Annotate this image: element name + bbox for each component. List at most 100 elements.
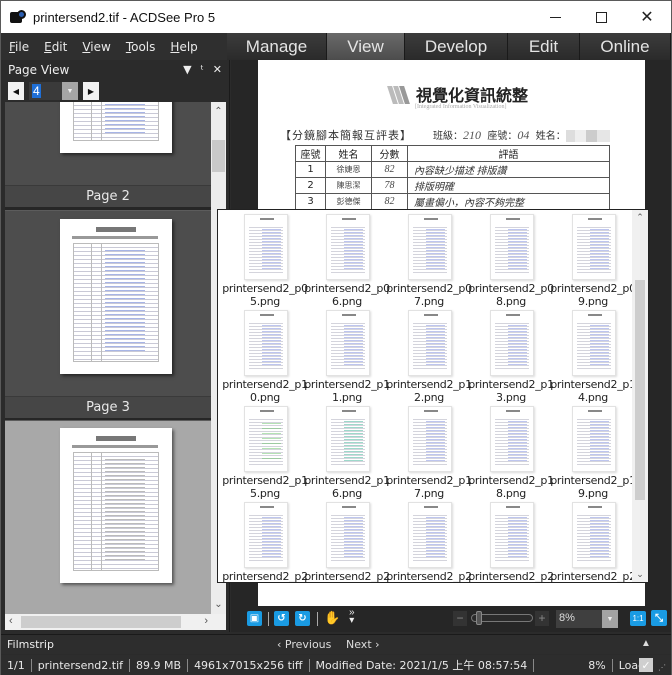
- seat-value: 04: [517, 128, 530, 142]
- maximize-button[interactable]: [578, 1, 624, 33]
- tab-manage[interactable]: Manage: [227, 33, 327, 60]
- file-thumbnail-item[interactable]: printersend2_p2: [304, 500, 390, 582]
- menu-file[interactable]: File: [9, 40, 29, 54]
- zoom-level-value[interactable]: 8%: [559, 612, 575, 624]
- minimize-button[interactable]: [532, 1, 578, 33]
- scroll-right-icon[interactable]: ›: [204, 615, 208, 627]
- menu-view[interactable]: View: [82, 40, 110, 54]
- file-thumbnail-item[interactable]: printersend2_p1 3.png: [468, 308, 554, 404]
- file-thumbnail-item[interactable]: printersend2_p1 0.png: [222, 308, 308, 404]
- tab-view[interactable]: View: [327, 33, 405, 60]
- menu-tools[interactable]: Tools: [126, 40, 156, 54]
- page-number-value[interactable]: 4: [32, 84, 41, 98]
- zoom-slider[interactable]: [471, 611, 533, 625]
- file-thumbnail-item[interactable]: printersend2_p1 7.png: [386, 404, 472, 500]
- scroll-up-icon[interactable]: ⌃: [211, 106, 226, 117]
- fit-to-window-icon[interactable]: ⤡: [651, 610, 667, 626]
- rotate-right-icon[interactable]: ↻: [295, 611, 310, 626]
- dropdown-arrow-icon[interactable]: ▼: [183, 63, 191, 76]
- file-thumbnail-item[interactable]: printersend2_p2: [386, 500, 472, 582]
- file-thumbnail-image: [244, 406, 288, 472]
- cell: 徐婕恩: [325, 161, 372, 178]
- tab-online[interactable]: Online: [580, 33, 671, 60]
- status-bar: 1/1 printersend2.tif 89.9 MB 4961x7015x2…: [1, 655, 671, 675]
- page-card-selected[interactable]: [5, 420, 211, 614]
- tab-develop[interactable]: Develop: [405, 33, 508, 60]
- table-row: 1 徐婕恩 82 內容缺少描述 排版讚: [295, 161, 610, 178]
- file-grid-scrollbar[interactable]: ⌃ ⌄: [632, 210, 648, 582]
- expand-up-icon[interactable]: ▲: [641, 638, 651, 649]
- scroll-down-icon[interactable]: ⌄: [211, 599, 226, 610]
- panel-title: Page View: [8, 63, 70, 77]
- close-button[interactable]: ✕: [624, 1, 670, 33]
- column-header: 姓名: [325, 145, 372, 162]
- file-thumbnail-item[interactable]: printersend2_p0 5.png: [222, 212, 308, 308]
- menu-edit[interactable]: Edit: [44, 40, 67, 54]
- pin-icon[interactable]: ᵗ: [201, 63, 204, 76]
- chevron-down-icon[interactable]: ▼: [602, 610, 618, 628]
- file-name-line: printersend2_p1: [222, 378, 308, 391]
- file-name-line: printersend2_p1: [222, 474, 308, 487]
- menu-rest: elp: [179, 39, 198, 54]
- zoom-out-button[interactable]: −: [453, 611, 467, 626]
- zoom-in-button[interactable]: +: [535, 611, 549, 626]
- file-thumbnail-image: [490, 310, 534, 376]
- file-thumbnail-item[interactable]: printersend2_p1 8.png: [468, 404, 554, 500]
- scrollbar-thumb[interactable]: [635, 280, 645, 500]
- file-thumbnail-image: [244, 502, 288, 568]
- file-thumbnail-item[interactable]: printersend2_p1 6.png: [304, 404, 390, 500]
- file-thumbnail-item[interactable]: printersend2_p0 9.png: [550, 212, 636, 308]
- image-library-icon[interactable]: ▣: [247, 611, 262, 626]
- page-number-combo[interactable]: 4 ▼: [29, 82, 78, 100]
- file-thumbnail-item[interactable]: printersend2_p1 9.png: [550, 404, 636, 500]
- file-name-line: 8.png: [496, 487, 526, 500]
- file-thumbnail-item[interactable]: printersend2_p0 7.png: [386, 212, 472, 308]
- scrollbar-thumb[interactable]: [212, 140, 225, 172]
- rotate-left-icon[interactable]: ↺: [274, 611, 289, 626]
- file-thumbnail-item[interactable]: printersend2_p1 5.png: [222, 404, 308, 500]
- filmstrip-bar: Filmstrip ‹ Previous Next › ▲: [1, 634, 671, 654]
- file-name-line: printersend2_p1: [386, 474, 472, 487]
- close-icon: ✕: [640, 9, 654, 26]
- hand-pan-icon[interactable]: ✋: [324, 610, 340, 626]
- previous-page-button[interactable]: ◀: [8, 82, 24, 100]
- file-name: printersend2_p0 9.png: [550, 282, 636, 308]
- chevron-down-icon[interactable]: ▼: [62, 82, 78, 100]
- file-thumbnail-item[interactable]: printersend2_p1 1.png: [304, 308, 390, 404]
- file-thumbnail-image: [244, 214, 288, 280]
- previous-button[interactable]: ‹ Previous: [277, 638, 331, 651]
- scroll-up-icon[interactable]: ⌃: [632, 212, 648, 223]
- scrollbar-thumb[interactable]: [21, 616, 181, 628]
- title-bar: printersend2.tif - ACDSee Pro 5 ✕: [1, 1, 671, 33]
- file-thumbnail-item[interactable]: printersend2_p2: [550, 500, 636, 582]
- file-thumbnail-image: [572, 214, 616, 280]
- resize-grip-icon[interactable]: ⋰: [658, 663, 666, 672]
- zoom-level-combo[interactable]: 8% ▼: [556, 610, 618, 628]
- file-thumbnail-item[interactable]: printersend2_p0 8.png: [468, 212, 554, 308]
- page-card[interactable]: [5, 102, 211, 190]
- zoom-slider-handle[interactable]: [476, 611, 482, 625]
- page-thumbnail-list: Page 2 Page 3: [5, 102, 211, 614]
- actual-size-button[interactable]: 1:1: [630, 611, 646, 626]
- file-thumbnail-item[interactable]: printersend2_p2: [222, 500, 308, 582]
- file-thumbnail-item[interactable]: printersend2_p1 4.png: [550, 308, 636, 404]
- file-thumbnail-item[interactable]: printersend2_p1 2.png: [386, 308, 472, 404]
- more-tools-icon[interactable]: » ▾: [349, 608, 355, 626]
- triangle-left-icon: ◀: [12, 86, 20, 96]
- checkmark-icon[interactable]: ✓: [639, 658, 653, 672]
- tab-edit[interactable]: Edit: [508, 33, 580, 60]
- menu-help[interactable]: Help: [170, 40, 197, 54]
- file-thumbnail-item[interactable]: printersend2_p2: [468, 500, 554, 582]
- page-card[interactable]: [5, 210, 211, 398]
- next-button[interactable]: Next ›: [346, 638, 380, 651]
- file-thumbnail-item[interactable]: printersend2_p0 6.png: [304, 212, 390, 308]
- logo-title: 視覺化資訊統整: [416, 86, 529, 105]
- close-icon[interactable]: ✕: [213, 63, 222, 76]
- file-name-line: printersend2_p1: [550, 474, 636, 487]
- scroll-down-icon[interactable]: ⌄: [632, 569, 648, 580]
- filmstrip-label: Filmstrip: [7, 638, 54, 651]
- scroll-left-icon[interactable]: ‹: [9, 615, 13, 627]
- next-page-button[interactable]: ▶: [83, 82, 99, 100]
- page-list-horizontal-scrollbar[interactable]: ‹ ›: [5, 614, 226, 630]
- minimize-icon: [549, 16, 561, 18]
